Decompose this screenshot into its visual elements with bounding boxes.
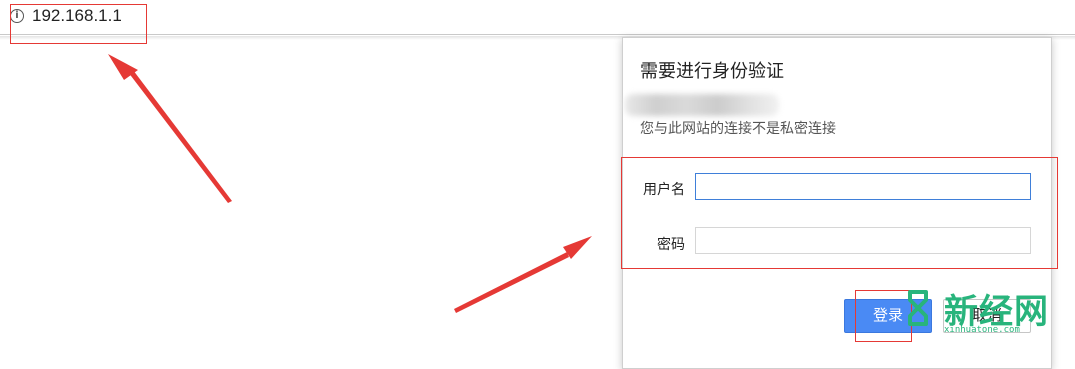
arrow-to-url [108,54,232,203]
watermark-logo-icon [908,290,928,326]
arrow-to-credentials [454,236,592,313]
watermark-url: xinhuatone.com [944,325,1020,335]
watermark: 新经网 xinhuatone.com [900,284,1070,344]
